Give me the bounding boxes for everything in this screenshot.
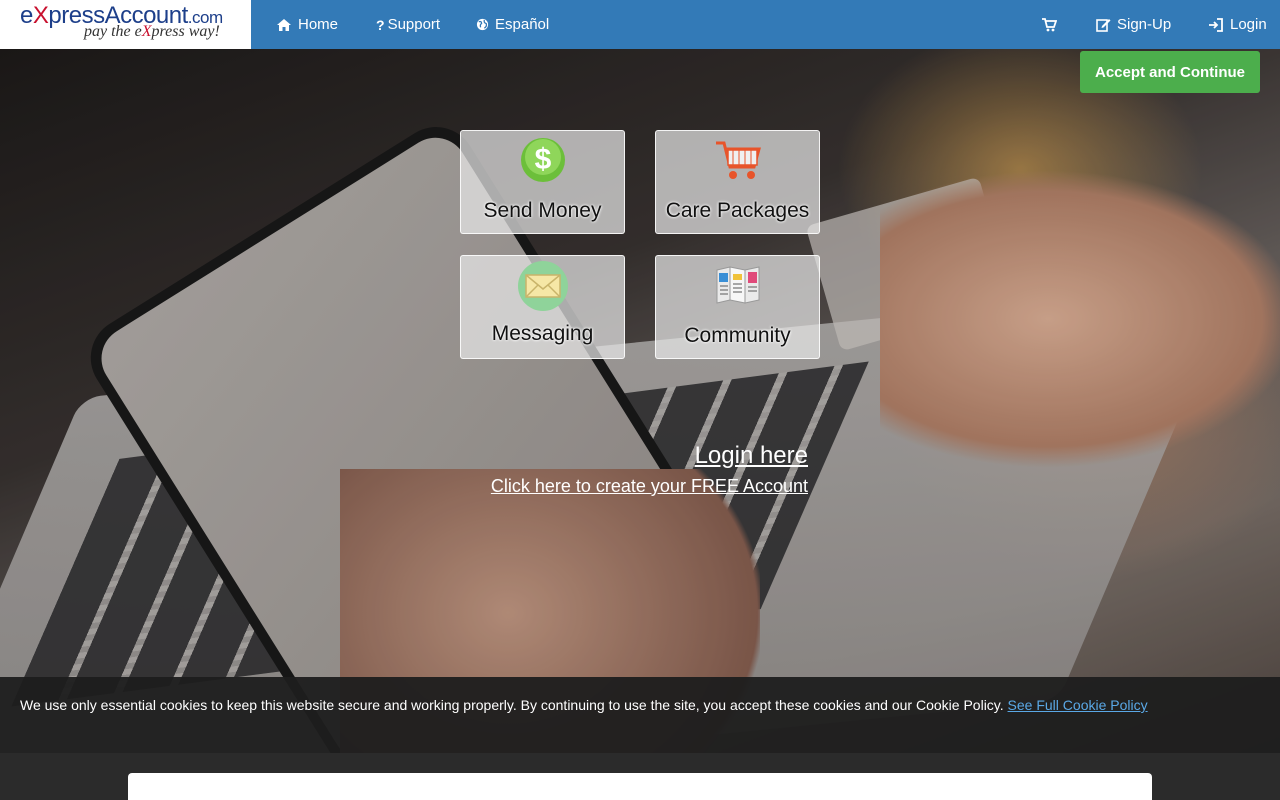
brand-logo[interactable]: eXpressAccount.com pay the eXpress way! — [0, 0, 251, 49]
nav-support-link[interactable]: ? Support — [376, 0, 440, 49]
nav-signup-link[interactable]: Sign-Up — [1096, 0, 1171, 49]
nav-language-link[interactable]: Español — [476, 0, 549, 49]
cart-icon — [715, 141, 761, 179]
envelope-icon — [517, 261, 568, 311]
nav-login-label: Login — [1230, 16, 1267, 33]
sign-in-icon — [1209, 17, 1223, 32]
accept-cookies-button[interactable]: Accept and Continue — [1080, 51, 1260, 93]
logo-tagline: pay the eXpress way! — [84, 23, 220, 40]
cookie-message-text: We use only essential cookies to keep th… — [20, 697, 1004, 713]
create-account-link[interactable]: Click here to create your FREE Account — [491, 476, 808, 497]
tile-community-label: Community — [684, 324, 791, 347]
page-content-area — [0, 753, 1280, 800]
shopping-cart-icon — [1042, 17, 1057, 31]
dollar-icon: $ — [520, 138, 565, 182]
cookie-banner: We use only essential cookies to keep th… — [0, 677, 1280, 753]
tile-messaging-label: Messaging — [491, 322, 594, 345]
top-navbar: eXpressAccount.com pay the eXpress way! … — [0, 0, 1280, 49]
nav-cart-link[interactable] — [1042, 0, 1063, 49]
tile-care-packages[interactable]: Care Packages — [655, 130, 820, 234]
home-icon — [277, 18, 291, 31]
question-icon: ? — [376, 16, 385, 33]
tile-messaging[interactable]: Messaging — [460, 255, 625, 359]
globe-icon — [476, 18, 489, 31]
brochure-icon — [716, 266, 759, 304]
cookie-policy-link[interactable]: See Full Cookie Policy — [1008, 697, 1148, 713]
nav-home-link[interactable]: Home — [276, 0, 338, 49]
login-here-link[interactable]: Login here — [695, 442, 808, 470]
tile-community[interactable]: Community — [655, 255, 820, 359]
tile-care-packages-label: Care Packages — [665, 199, 810, 222]
content-panel — [128, 773, 1152, 800]
edit-icon — [1096, 19, 1111, 32]
tile-send-money[interactable]: $ Send Money — [460, 130, 625, 234]
nav-support-label: Support — [387, 16, 441, 33]
cookie-message: We use only essential cookies to keep th… — [20, 697, 1148, 713]
nav-language-label: Español — [495, 16, 550, 33]
nav-signup-label: Sign-Up — [1117, 16, 1172, 33]
tile-send-money-label: Send Money — [483, 199, 602, 222]
svg-text:$: $ — [534, 143, 551, 176]
nav-login-link[interactable]: Login — [1208, 0, 1267, 49]
nav-home-label: Home — [298, 16, 339, 33]
